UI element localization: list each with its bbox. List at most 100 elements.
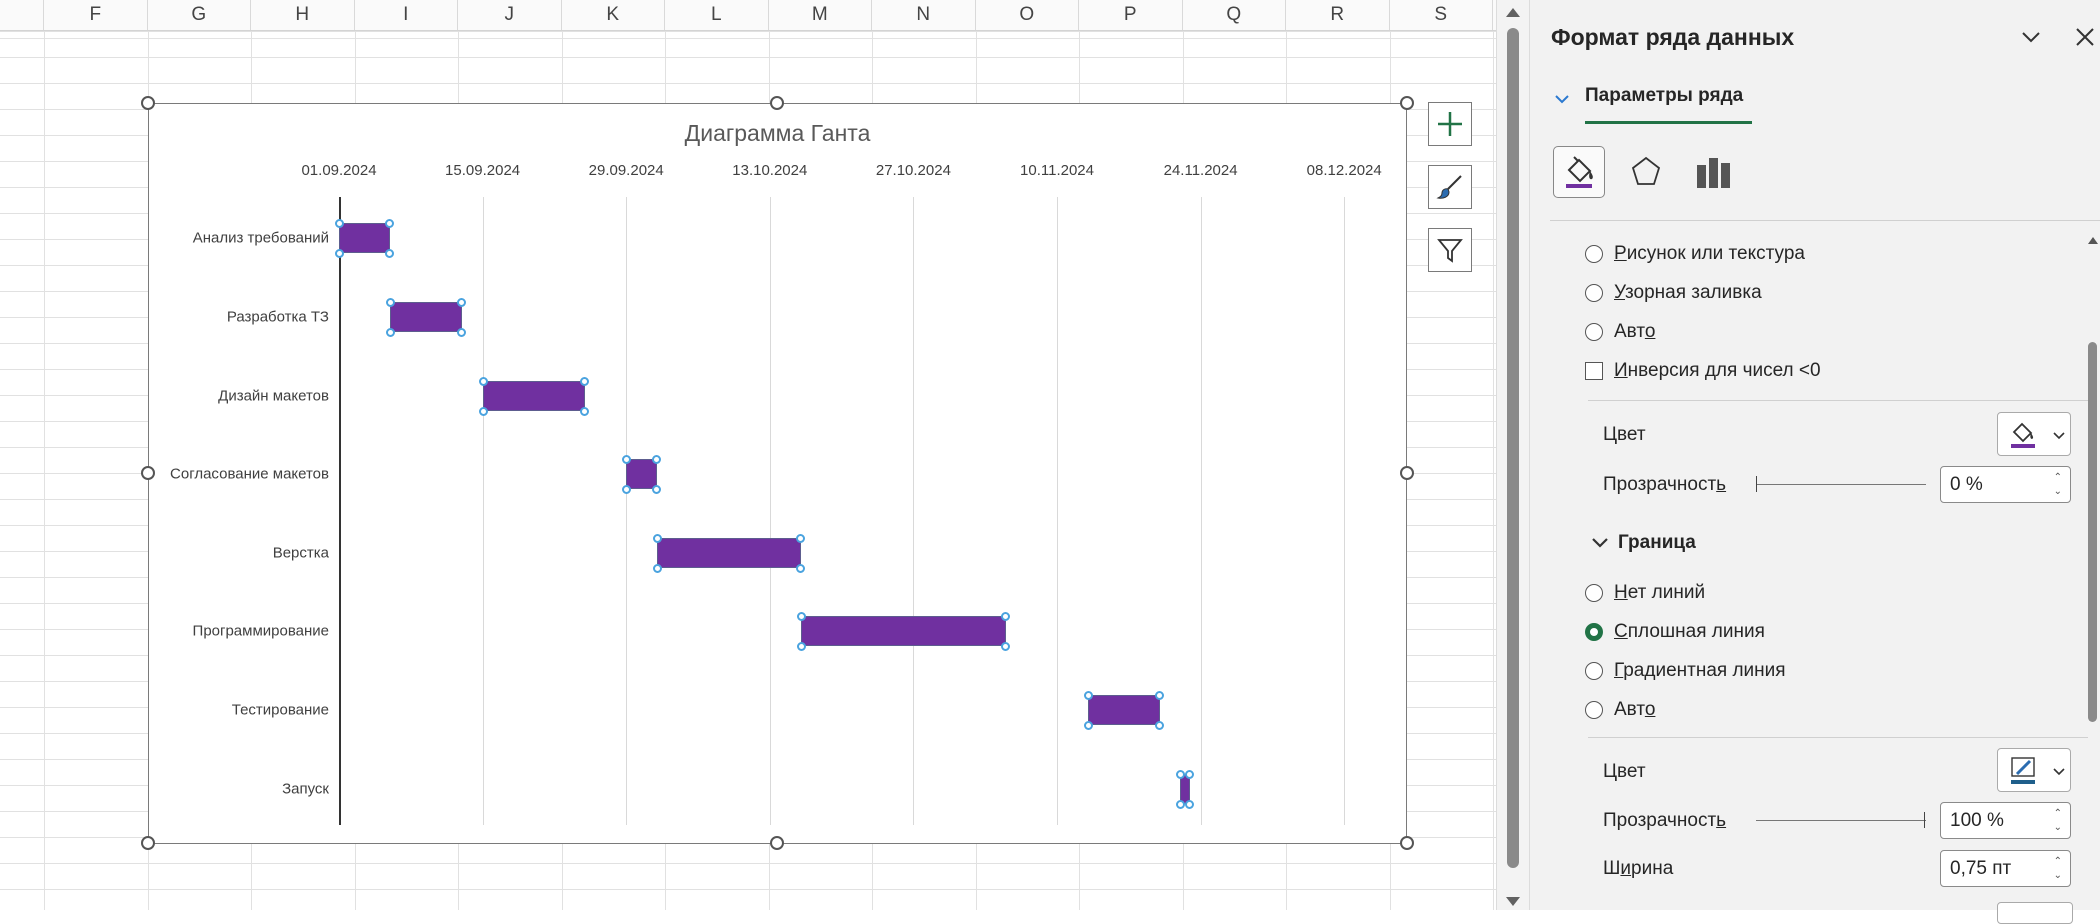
resize-handle-mid-right[interactable]	[1400, 466, 1414, 480]
bar-selection-handle[interactable]	[1176, 769, 1186, 779]
chart-elements-button[interactable]	[1428, 102, 1472, 146]
spin-down-icon[interactable]: ⌄	[2054, 823, 2062, 833]
line-width-spinner[interactable]: 0,75 пт ⌃ ⌄	[1940, 850, 2071, 887]
bar-selection-handle[interactable]	[385, 219, 395, 229]
option-pattern-fill[interactable]: Узорная заливка	[1585, 282, 1762, 304]
bar-selection-handle[interactable]	[795, 533, 805, 543]
column-header-i[interactable]: I	[355, 0, 458, 30]
close-icon[interactable]	[2072, 24, 2098, 50]
column-header-g[interactable]: G	[148, 0, 251, 30]
bar-selection-handle[interactable]	[478, 376, 488, 386]
task-axis-label[interactable]: Согласование макетов	[170, 466, 329, 483]
resize-handle-mid-left[interactable]	[141, 466, 155, 480]
bar-selection-handle[interactable]	[457, 327, 467, 337]
date-axis-tick-label[interactable]: 29.09.2024	[589, 162, 664, 179]
option-invert-if-negative[interactable]: Инверсия для чисел <0	[1585, 360, 1821, 382]
bar-selection-handle[interactable]	[1185, 799, 1195, 809]
column-header-n[interactable]: N	[872, 0, 976, 30]
bar-selection-handle[interactable]	[651, 485, 661, 495]
column-header-s[interactable]: S	[1390, 0, 1493, 30]
checkbox[interactable]	[1585, 362, 1603, 380]
gantt-bar[interactable]	[339, 223, 391, 254]
scroll-up-arrow-icon[interactable]	[1506, 8, 1520, 17]
bar-selection-handle[interactable]	[1083, 720, 1093, 730]
date-axis-tick-label[interactable]: 15.09.2024	[445, 162, 520, 179]
scroll-up-arrow-icon[interactable]	[2088, 237, 2098, 244]
fill-line-icon[interactable]	[1553, 146, 1605, 198]
bar-selection-handle[interactable]	[1154, 720, 1164, 730]
chart-filters-button[interactable]	[1428, 228, 1472, 272]
column-header-m[interactable]: M	[769, 0, 872, 30]
scroll-thumb[interactable]	[1507, 28, 1519, 868]
bar-selection-handle[interactable]	[1000, 642, 1010, 652]
bar-selection-handle[interactable]	[580, 406, 590, 416]
date-axis-tick-label[interactable]: 27.10.2024	[876, 162, 951, 179]
option-gradient-line[interactable]: Градиентная линия	[1585, 660, 1786, 682]
task-axis-label[interactable]: Верстка	[273, 544, 329, 561]
gantt-chart[interactable]: Диаграмма Ганта 01.09.2024 15.09.2024 29.0…	[148, 103, 1407, 844]
date-axis-tick-label[interactable]: 13.10.2024	[732, 162, 807, 179]
next-control-partial[interactable]	[1997, 902, 2073, 924]
bar-selection-handle[interactable]	[622, 485, 632, 495]
bar-selection-handle[interactable]	[652, 563, 662, 573]
date-axis-tick-label[interactable]: 24.11.2024	[1164, 162, 1238, 179]
bar-selection-handle[interactable]	[335, 249, 344, 259]
resize-handle-top-mid[interactable]	[770, 96, 784, 110]
effects-icon[interactable]	[1620, 146, 1672, 198]
option-auto-line[interactable]: Авто	[1585, 699, 1655, 721]
spin-down-icon[interactable]: ⌄	[2054, 871, 2062, 881]
line-transparency-spinner[interactable]: 100 % ⌃ ⌄	[1940, 802, 2071, 839]
option-solid-line[interactable]: Сплошная линия	[1585, 621, 1765, 643]
column-header-o[interactable]: O	[976, 0, 1079, 30]
bar-selection-handle[interactable]	[1154, 690, 1164, 700]
bar-selection-handle[interactable]	[1083, 690, 1093, 700]
task-axis-label[interactable]: Тестирование	[232, 701, 329, 718]
resize-handle-top-right[interactable]	[1400, 96, 1414, 110]
fill-transparency-spinner[interactable]: 0 % ⌃ ⌄	[1940, 466, 2071, 503]
column-header-partial[interactable]	[0, 0, 44, 30]
bar-selection-handle[interactable]	[796, 642, 806, 652]
option-picture-or-texture-fill[interactable]: Рисунок или текстура	[1585, 243, 1805, 265]
bar-selection-handle[interactable]	[1176, 799, 1186, 809]
tab-series-options[interactable]: Параметры ряда	[1585, 85, 1743, 107]
resize-handle-top-left[interactable]	[141, 96, 155, 110]
bar-selection-handle[interactable]	[1000, 612, 1010, 622]
bar-selection-handle[interactable]	[651, 455, 661, 465]
column-header-q[interactable]: Q	[1183, 0, 1286, 30]
radio-button[interactable]	[1585, 245, 1603, 263]
gantt-bar[interactable]	[800, 616, 1006, 647]
date-axis-tick-label[interactable]: 01.09.2024	[301, 162, 376, 179]
scroll-down-arrow-icon[interactable]	[1506, 897, 1520, 906]
line-transparency-slider[interactable]	[1756, 820, 1926, 821]
column-header-l[interactable]: L	[665, 0, 769, 30]
column-header-f[interactable]: F	[44, 0, 148, 30]
bar-selection-handle[interactable]	[580, 376, 590, 386]
bar-selection-handle[interactable]	[796, 612, 806, 622]
worksheet[interactable]: FGHIJKLMNOPQRS Диаграмма Ганта 01.09.202…	[0, 0, 1496, 910]
gantt-bar[interactable]	[482, 380, 586, 411]
task-axis-label[interactable]: Разработка ТЗ	[227, 308, 329, 325]
chevron-down-icon[interactable]	[1554, 92, 1570, 111]
radio-button[interactable]	[1585, 701, 1603, 719]
gantt-bar[interactable]	[626, 459, 657, 490]
line-transparency-slider-thumb[interactable]	[1924, 812, 1925, 828]
date-axis-tick-label[interactable]: 10.11.2024	[1020, 162, 1094, 179]
bar-selection-handle[interactable]	[652, 533, 662, 543]
resize-handle-bottom-right[interactable]	[1400, 836, 1414, 850]
fill-transparency-slider[interactable]	[1756, 484, 1926, 485]
series-options-icon[interactable]	[1687, 146, 1739, 198]
task-axis-label[interactable]: Дизайн макетов	[218, 387, 329, 404]
fill-color-picker[interactable]	[1997, 412, 2071, 456]
fill-transparency-slider-thumb[interactable]	[1756, 476, 1757, 492]
spin-up-icon[interactable]: ⌃	[2054, 857, 2062, 867]
resize-handle-bottom-left[interactable]	[141, 836, 155, 850]
gantt-bar[interactable]	[656, 537, 801, 568]
column-header-r[interactable]: R	[1286, 0, 1390, 30]
column-header-k[interactable]: K	[562, 0, 665, 30]
column-header-j[interactable]: J	[458, 0, 562, 30]
radio-button[interactable]	[1585, 584, 1603, 602]
radio-button-selected[interactable]	[1585, 623, 1603, 641]
option-auto-fill[interactable]: Авто	[1585, 321, 1655, 343]
gantt-bar[interactable]	[1087, 694, 1160, 725]
bar-selection-handle[interactable]	[385, 249, 395, 259]
